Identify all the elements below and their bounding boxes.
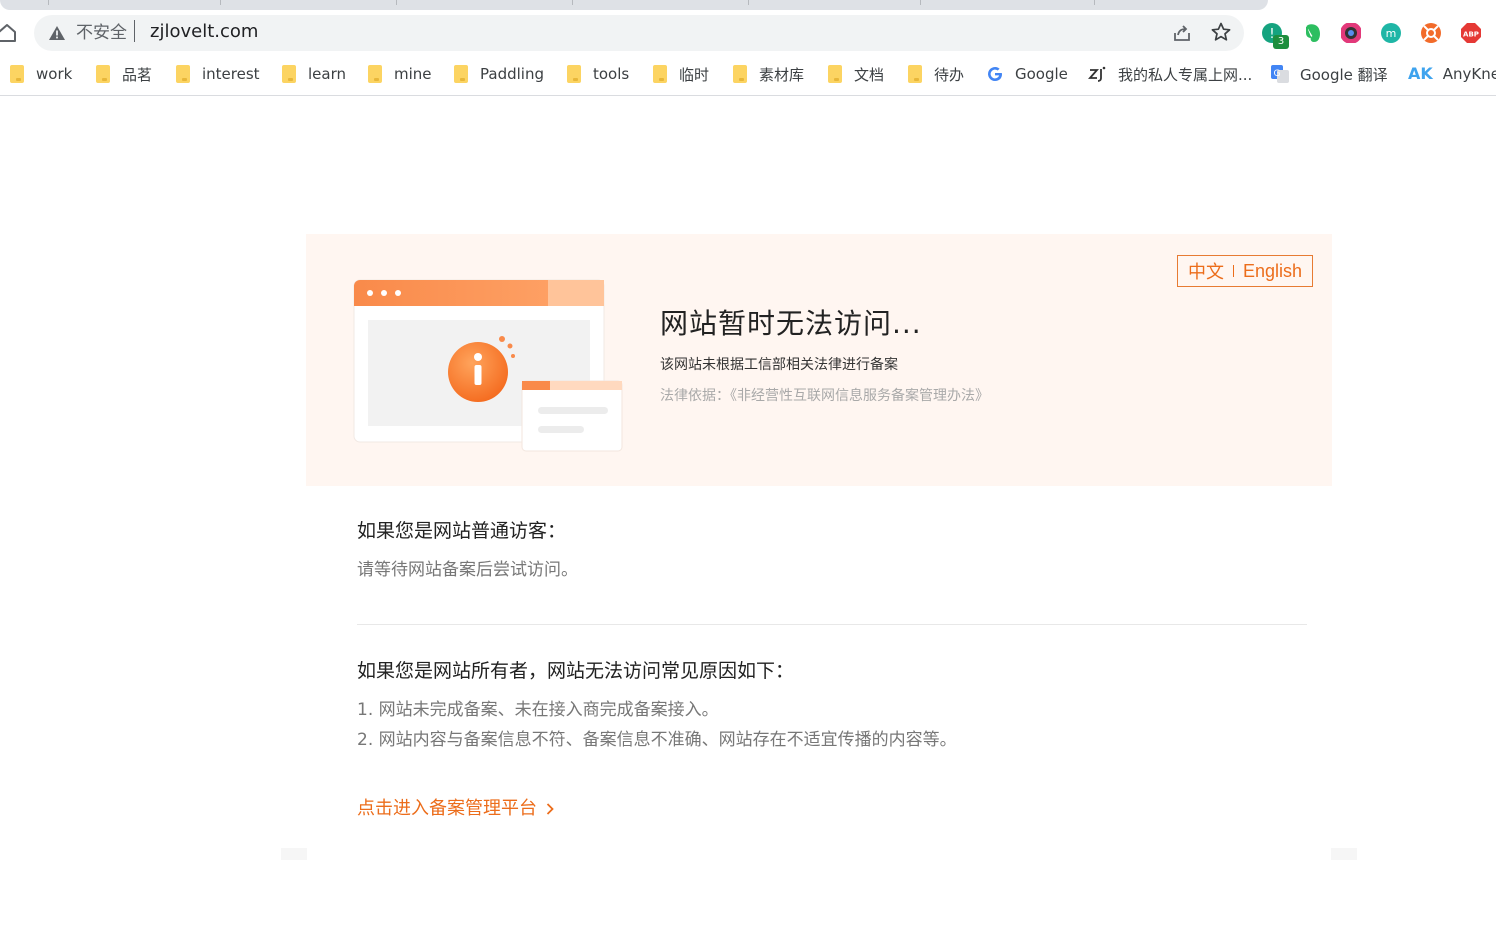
bookmark-label: tools <box>593 65 630 83</box>
svg-text:G: G <box>1274 69 1281 79</box>
url-text[interactable]: zjlovelt.com <box>150 21 258 43</box>
reason-item: 2. 网站内容与备案信息不符、备案信息不准确、网站存在不适宜传播的内容等。 <box>357 730 957 750</box>
zj-icon <box>1088 66 1106 82</box>
folder-icon <box>908 65 922 83</box>
bookmarks-bar: work 品茗 interest learn mine Paddling too… <box>0 60 1496 88</box>
folder-icon <box>368 65 382 83</box>
bookmark-work[interactable]: work <box>10 60 72 88</box>
bookmark-tools[interactable]: tools <box>567 60 629 88</box>
bookmark-label: AnyKnew <box>1442 65 1496 83</box>
filing-platform-link[interactable]: 点击进入备案管理平台 <box>357 794 555 820</box>
reason-list: 1. 网站未完成备案、未在接入商完成备案接入。 2. 网站内容与备案信息不符、备… <box>357 695 1307 755</box>
bookmark-label: learn <box>308 65 346 83</box>
bookmark-sucaiku[interactable]: 素材库 <box>733 60 804 88</box>
bookmark-pinming[interactable]: 品茗 <box>96 60 152 88</box>
svg-text:ABP: ABP <box>1463 31 1479 39</box>
m-extension-icon[interactable]: m <box>1380 22 1402 44</box>
evernote-extension-icon[interactable] <box>1301 22 1323 44</box>
bookmark-label: Google 翻译 <box>1300 65 1388 84</box>
bookmark-anyknew[interactable]: AK AnyKnew <box>1408 60 1496 88</box>
folder-icon <box>653 65 667 83</box>
folder-icon <box>454 65 468 83</box>
folder-icon <box>176 65 190 83</box>
browser-chrome: 不安全 zjlovelt.com ! 3 m ABP work 品茗 inter… <box>0 0 1496 96</box>
bookmark-label: mine <box>394 65 432 83</box>
bookmark-paddling[interactable]: Paddling <box>454 60 544 88</box>
bookmark-google-translate[interactable]: G Google 翻译 <box>1270 60 1388 88</box>
chevron-right-icon <box>546 803 554 815</box>
bookmark-label: 品茗 <box>122 65 153 84</box>
bookmark-google[interactable]: Google <box>986 60 1068 88</box>
bookmark-label: 临时 <box>679 65 710 84</box>
owner-heading: 如果您是网站所有者，网站无法访问常见原因如下： <box>357 660 795 682</box>
bookmark-mine[interactable]: mine <box>368 60 432 88</box>
section-divider <box>357 624 1307 625</box>
bookmark-wendang[interactable]: 文档 <box>828 60 884 88</box>
reason-item: 1. 网站未完成备案、未在接入商完成备案接入。 <box>357 700 719 720</box>
shadow-corner-left <box>281 848 307 860</box>
svg-text:m: m <box>1386 27 1397 40</box>
error-title: 网站暂时无法访问... <box>660 307 922 340</box>
lang-en-link[interactable]: English <box>1243 261 1302 282</box>
folder-icon <box>567 65 581 83</box>
orange-extension-icon[interactable] <box>1420 22 1442 44</box>
bookmark-label: 待办 <box>934 65 965 84</box>
lang-divider <box>1232 265 1234 277</box>
visitor-text: 请等待网站备案后尝试访问。 <box>357 560 578 580</box>
bookmark-private[interactable]: 我的私人专属上网... <box>1088 60 1252 88</box>
folder-icon <box>828 65 842 83</box>
bookmark-learn[interactable]: learn <box>282 60 346 88</box>
warning-icon[interactable] <box>48 24 66 42</box>
folder-icon <box>10 65 24 83</box>
visitor-section: 如果您是网站普通访客： 请等待网站备案后尝试访问。 <box>357 516 1307 585</box>
folder-icon <box>96 65 110 83</box>
folder-icon <box>282 65 296 83</box>
lang-zh-link[interactable]: 中文 <box>1188 258 1224 284</box>
security-label[interactable]: 不安全 <box>76 22 127 44</box>
bookmark-interest[interactable]: interest <box>176 60 260 88</box>
google-icon <box>988 67 1002 81</box>
bookmark-daiban[interactable]: 待办 <box>908 60 964 88</box>
error-subtitle: 该网站未根据工信部相关法律进行备案 <box>660 357 898 373</box>
shadow-corner-right <box>1331 848 1357 860</box>
owner-section: 如果您是网站所有者，网站无法访问常见原因如下： 1. 网站未完成备案、未在接入商… <box>357 656 1307 755</box>
filing-platform-label: 点击进入备案管理平台 <box>357 798 537 819</box>
anyknew-icon: AK <box>1408 64 1433 83</box>
tab-strip[interactable] <box>0 0 1268 10</box>
extension-badge: 3 <box>1273 35 1289 49</box>
adblock-plus-extension-icon[interactable]: ABP <box>1460 22 1482 44</box>
google-translate-icon: G <box>1271 65 1289 83</box>
visitor-heading: 如果您是网站普通访客： <box>357 520 567 542</box>
share-icon[interactable] <box>1171 22 1193 44</box>
language-switch: 中文 English <box>1177 255 1313 287</box>
bookmark-linshi[interactable]: 临时 <box>653 60 709 88</box>
bookmark-label: work <box>36 65 73 83</box>
url-separator <box>134 20 135 42</box>
bookmark-label: 文档 <box>854 65 885 84</box>
bookmark-label: 素材库 <box>759 65 805 84</box>
bookmark-star-icon[interactable] <box>1210 21 1232 43</box>
error-banner: 中文 English 网站暂时无法访问... 该网站未根据工信部相关法律进行备案… <box>306 234 1332 486</box>
law-basis: 法律依据：《非经营性互联网信息服务备案管理办法》 <box>660 388 989 404</box>
folder-icon <box>733 65 747 83</box>
bookmark-label: Google <box>1015 65 1068 83</box>
home-icon[interactable] <box>0 22 18 44</box>
browser-error-illustration <box>353 279 623 452</box>
screen-recorder-extension-icon[interactable] <box>1340 22 1362 44</box>
bookmark-label: 我的私人专属上网... <box>1118 65 1253 84</box>
bookmark-label: interest <box>202 65 260 83</box>
bookmark-label: Paddling <box>480 65 544 83</box>
address-bar[interactable]: 不安全 zjlovelt.com <box>34 15 1244 51</box>
